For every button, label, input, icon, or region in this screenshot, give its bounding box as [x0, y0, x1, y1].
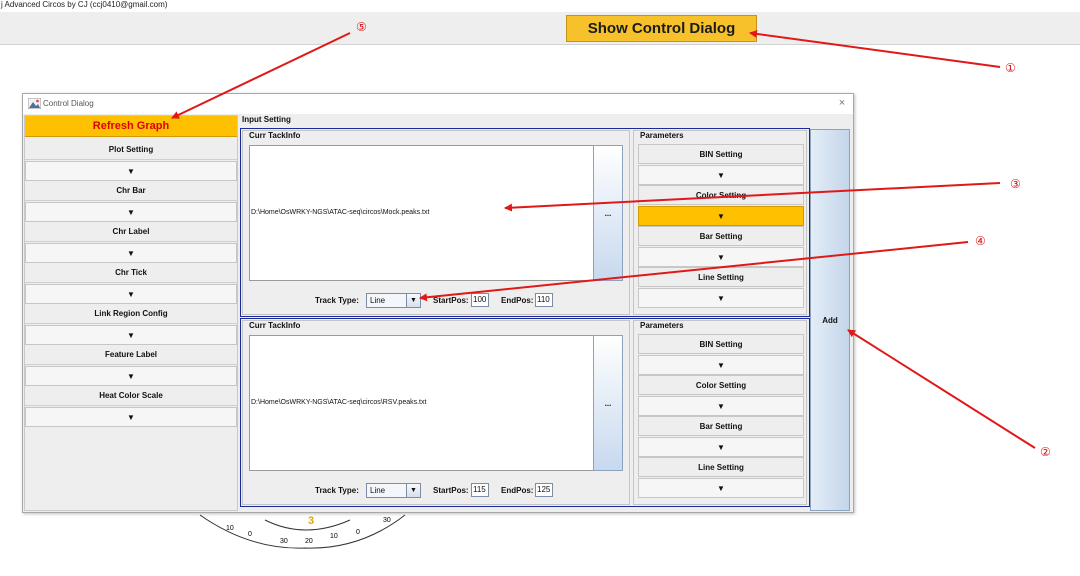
- start-pos-label: StartPos:: [433, 486, 469, 495]
- line-setting-expand-button[interactable]: ▼: [638, 288, 804, 308]
- track-type-select[interactable]: Line ▼: [366, 293, 421, 308]
- main-window-title: j Advanced Circos by CJ (ccj0410@gmail.c…: [0, 0, 1080, 12]
- track-info-panel: Curr TackInfo D:\Home\OsWRKY-NGS\ATAC-se…: [242, 320, 630, 505]
- bar-setting-expand-button[interactable]: ▼: [638, 437, 804, 457]
- close-icon[interactable]: ×: [835, 96, 849, 110]
- end-pos-input[interactable]: 125: [535, 483, 553, 497]
- end-pos-label: EndPos:: [501, 486, 534, 495]
- track-info-panel: Curr TackInfo D:\Home\OsWRKY-NGS\ATAC-se…: [242, 130, 630, 315]
- line-setting-label: Line Setting: [638, 457, 804, 477]
- show-control-dialog-button[interactable]: Show Control Dialog: [566, 15, 757, 42]
- track-type-label: Track Type:: [315, 296, 359, 305]
- annotation-arrow-2: [847, 329, 1036, 449]
- curr-tackinfo-label: Curr TackInfo: [249, 321, 301, 330]
- line-setting-expand-button[interactable]: ▼: [638, 478, 804, 498]
- annotation-number-1: ①: [1005, 61, 1016, 75]
- color-setting-label: Color Setting: [638, 185, 804, 205]
- circos-center-label: 3: [308, 515, 314, 527]
- track-file-path: D:\Home\OsWRKY-NGS\ATAC-seq\circos\Mock.…: [251, 209, 430, 216]
- track-type-select[interactable]: Line ▼: [366, 483, 421, 498]
- feature-label-expand-button[interactable]: ▼: [25, 366, 237, 386]
- start-pos-input[interactable]: 115: [471, 483, 489, 497]
- color-setting-expand-button[interactable]: ▼: [638, 206, 804, 226]
- circos-tick-label: 20: [305, 538, 313, 545]
- chr-bar-label: Chr Bar: [25, 181, 237, 201]
- browse-file-button[interactable]: ...: [593, 145, 623, 281]
- refresh-graph-button[interactable]: Refresh Graph: [25, 116, 237, 137]
- bin-setting-expand-button[interactable]: ▼: [638, 165, 804, 185]
- track-type-value: Line: [370, 296, 386, 305]
- track-file-path-area[interactable]: D:\Home\OsWRKY-NGS\ATAC-seq\circos\Mock.…: [249, 145, 594, 281]
- chevron-down-icon[interactable]: ▼: [406, 294, 420, 307]
- parameters-label: Parameters: [640, 321, 684, 330]
- line-setting-label: Line Setting: [638, 267, 804, 287]
- bar-setting-label: Bar Setting: [638, 416, 804, 436]
- control-dialog: Control Dialog × Refresh Graph Plot Sett…: [22, 93, 854, 513]
- annotation-number-3: ③: [1010, 177, 1021, 191]
- color-setting-expand-button[interactable]: ▼: [638, 396, 804, 416]
- bin-setting-expand-button[interactable]: ▼: [638, 355, 804, 375]
- start-pos-label: StartPos:: [433, 296, 469, 305]
- track-type-value: Line: [370, 486, 386, 495]
- bin-setting-label: BIN Setting: [638, 334, 804, 354]
- chr-bar-expand-button[interactable]: ▼: [25, 202, 237, 222]
- track-panel-1: Curr TackInfo D:\Home\OsWRKY-NGS\ATAC-se…: [240, 128, 810, 317]
- annotation-number-2: ②: [1040, 445, 1051, 459]
- plot-setting-label: Plot Setting: [25, 140, 237, 160]
- heat-color-scale-expand-button[interactable]: ▼: [25, 407, 237, 427]
- circos-tick-label: 0: [356, 529, 360, 536]
- bar-setting-label: Bar Setting: [638, 226, 804, 246]
- dialog-titlebar[interactable]: Control Dialog ×: [23, 94, 853, 114]
- browse-file-button[interactable]: ...: [593, 335, 623, 471]
- dialog-title: Control Dialog: [43, 99, 94, 108]
- bar-setting-expand-button[interactable]: ▼: [638, 247, 804, 267]
- chevron-down-icon[interactable]: ▼: [406, 484, 420, 497]
- parameters-panel: Parameters BIN Setting ▼ Color Setting ▼…: [633, 130, 807, 315]
- circos-tick-label: 0: [248, 531, 252, 538]
- chr-tick-expand-button[interactable]: ▼: [25, 284, 237, 304]
- heat-color-scale-label: Heat Color Scale: [25, 386, 237, 406]
- bin-setting-label: BIN Setting: [638, 144, 804, 164]
- track-file-path: D:\Home\OsWRKY-NGS\ATAC-seq\circos\RSV.p…: [251, 399, 427, 406]
- track-file-path-area[interactable]: D:\Home\OsWRKY-NGS\ATAC-seq\circos\RSV.p…: [249, 335, 594, 471]
- chr-label-label: Chr Label: [25, 222, 237, 242]
- annotation-number-4: ④: [975, 234, 986, 248]
- plot-setting-expand-button[interactable]: ▼: [25, 161, 237, 181]
- start-pos-input[interactable]: 100: [471, 293, 489, 307]
- link-region-config-expand-button[interactable]: ▼: [25, 325, 237, 345]
- link-region-config-label: Link Region Config: [25, 304, 237, 324]
- input-setting-heading: Input Setting: [242, 115, 291, 124]
- circos-tick-label: 10: [330, 533, 338, 540]
- curr-tackinfo-label: Curr TackInfo: [249, 131, 301, 140]
- end-pos-input[interactable]: 110: [535, 293, 553, 307]
- circos-tick-label: 30: [383, 517, 391, 524]
- circos-tick-label: 30: [280, 538, 288, 545]
- chr-tick-label: Chr Tick: [25, 263, 237, 283]
- java-app-icon: [28, 98, 41, 109]
- add-track-button[interactable]: Add: [810, 129, 850, 511]
- left-settings-panel: Refresh Graph Plot Setting ▼ Chr Bar ▼ C…: [24, 115, 238, 511]
- chr-label-expand-button[interactable]: ▼: [25, 243, 237, 263]
- circos-tick-label: 10: [226, 525, 234, 532]
- parameters-panel: Parameters BIN Setting ▼ Color Setting ▼…: [633, 320, 807, 505]
- color-setting-label: Color Setting: [638, 375, 804, 395]
- feature-label-label: Feature Label: [25, 345, 237, 365]
- track-panel-2: Curr TackInfo D:\Home\OsWRKY-NGS\ATAC-se…: [240, 318, 810, 507]
- main-toolbar: Show Control Dialog: [0, 12, 1080, 45]
- annotation-number-5: ⑤: [356, 20, 367, 34]
- track-type-label: Track Type:: [315, 486, 359, 495]
- parameters-label: Parameters: [640, 131, 684, 140]
- end-pos-label: EndPos:: [501, 296, 534, 305]
